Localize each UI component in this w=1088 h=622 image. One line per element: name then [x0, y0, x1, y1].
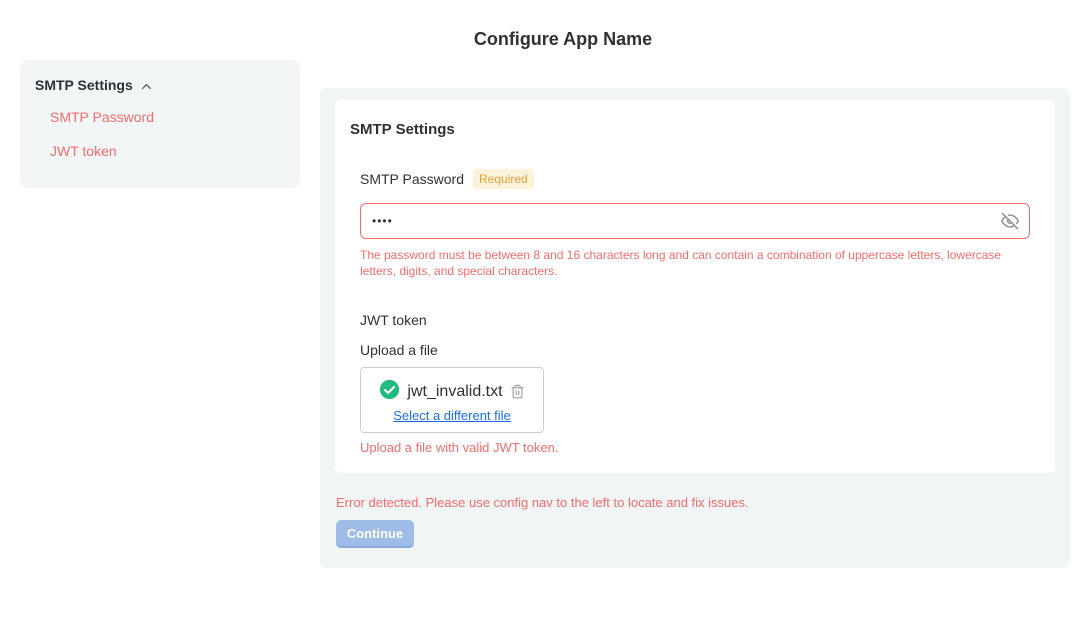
jwt-error-text: Upload a file with valid JWT token. [360, 440, 1030, 455]
card-fields: SMTP Password Required The password must… [360, 169, 1030, 455]
config-panel: SMTP Settings SMTP Password Required The… [320, 88, 1070, 568]
smtp-password-input[interactable] [360, 203, 1030, 239]
form-error-text: Error detected. Please use config nav to… [336, 495, 1055, 510]
card-title: SMTP Settings [350, 121, 1030, 138]
continue-button[interactable]: Continue [336, 520, 414, 548]
smtp-settings-card: SMTP Settings SMTP Password Required The… [335, 100, 1055, 473]
trash-icon[interactable] [510, 383, 525, 400]
page: { "page": { "title": "Configure App Name… [0, 0, 1088, 622]
check-circle-icon [379, 379, 400, 405]
upload-file-label: Upload a file [360, 342, 1030, 358]
uploaded-file-name: jwt_invalid.txt [407, 383, 502, 401]
smtp-password-label-row: SMTP Password Required [360, 169, 1030, 189]
eye-off-icon[interactable] [1001, 212, 1019, 230]
config-nav: SMTP Settings SMTP Password JWT token [20, 60, 300, 188]
nav-list: SMTP Password JWT token [35, 109, 285, 160]
nav-item-smtp-password[interactable]: SMTP Password [50, 109, 285, 126]
uploaded-file-row: jwt_invalid.txt [361, 379, 543, 405]
nav-section-smtp-settings[interactable]: SMTP Settings [35, 77, 285, 93]
password-helper-text: The password must be between 8 and 16 ch… [360, 247, 1028, 279]
select-different-file-link[interactable]: Select a different file [393, 408, 511, 423]
password-input-wrap [360, 203, 1030, 239]
file-upload-box: jwt_invalid.txt Select a different file [360, 367, 544, 433]
nav-item-jwt-token[interactable]: JWT token [50, 143, 285, 160]
required-badge: Required [473, 169, 534, 189]
nav-section-label: SMTP Settings [35, 77, 133, 93]
page-title: Configure App Name [38, 29, 1088, 50]
jwt-token-label: JWT token [360, 312, 1030, 328]
chevron-up-icon[interactable] [140, 80, 153, 93]
smtp-password-label: SMTP Password [360, 171, 464, 187]
